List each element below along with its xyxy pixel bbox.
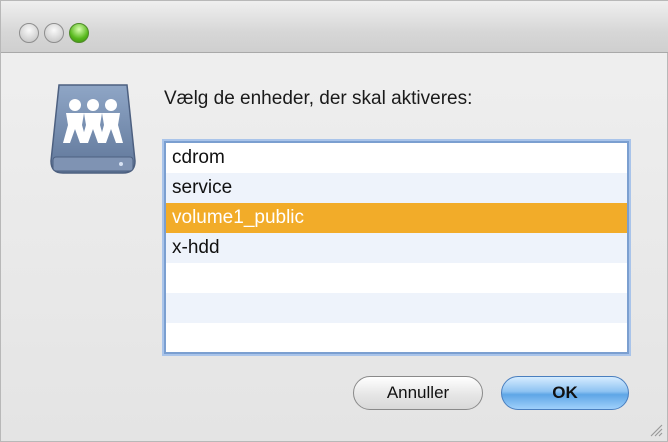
list-item[interactable]: x-hdd bbox=[166, 233, 627, 263]
list-item-selected[interactable]: volume1_public bbox=[166, 203, 627, 233]
resize-grip-icon[interactable] bbox=[647, 421, 663, 437]
zoom-icon[interactable] bbox=[69, 23, 89, 43]
list-item[interactable]: service bbox=[166, 173, 627, 203]
dialog-prompt: Vælg de enheder, der skal aktiveres: bbox=[164, 88, 473, 109]
empty-row bbox=[166, 323, 627, 352]
dialog-window: Vælg de enheder, der skal aktiveres: cdr… bbox=[0, 0, 668, 442]
close-icon[interactable] bbox=[19, 23, 39, 43]
ok-button[interactable]: OK bbox=[501, 376, 629, 410]
list-item[interactable]: cdrom bbox=[166, 143, 627, 173]
empty-row bbox=[166, 263, 627, 293]
volume-list[interactable]: cdrom service volume1_public x-hdd bbox=[164, 141, 629, 354]
minimize-icon[interactable] bbox=[44, 23, 64, 43]
empty-row bbox=[166, 293, 627, 323]
cancel-button[interactable]: Annuller bbox=[353, 376, 483, 410]
network-drive-icon bbox=[49, 81, 137, 177]
title-bar[interactable] bbox=[1, 1, 668, 53]
